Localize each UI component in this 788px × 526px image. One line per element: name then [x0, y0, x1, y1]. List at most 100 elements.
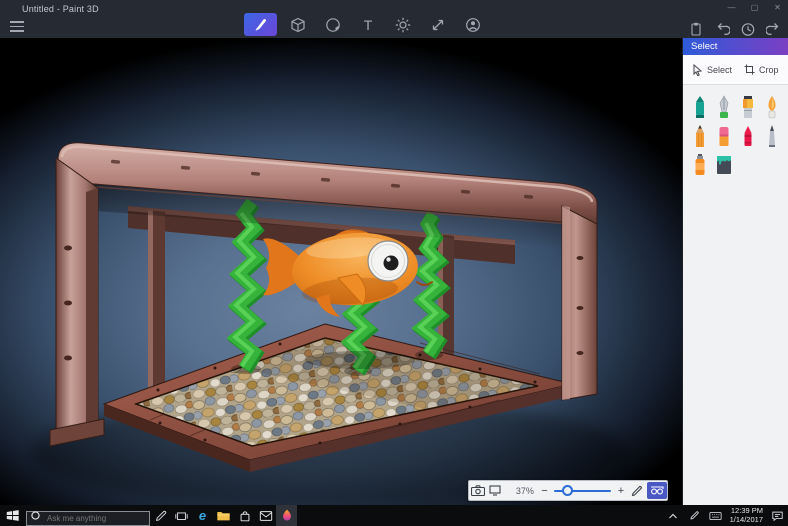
cortana-search-box[interactable] — [26, 508, 150, 526]
history-toolbar — [687, 20, 782, 37]
main-toolbar: T — [244, 13, 487, 36]
menu-button[interactable] — [10, 21, 24, 32]
brush-spray-can[interactable] — [688, 150, 712, 179]
zoom-out-button[interactable]: − — [538, 485, 552, 497]
search-input[interactable] — [26, 511, 150, 526]
mixed-reality-button[interactable] — [469, 482, 487, 499]
3d-shapes-icon — [291, 17, 305, 32]
paste-button[interactable] — [687, 20, 704, 37]
file-explorer-button[interactable] — [213, 505, 234, 526]
calligraphy-pen-icon — [719, 94, 729, 118]
mail-button[interactable] — [255, 505, 276, 526]
crayon-icon — [744, 125, 752, 146]
remix3d-icon — [466, 17, 480, 32]
fill-bucket-icon — [717, 155, 731, 174]
tray-pen-button[interactable] — [684, 505, 705, 526]
zoom-frame-icon — [489, 485, 501, 496]
history-button[interactable] — [739, 20, 756, 37]
spray-can-icon — [695, 153, 705, 175]
window-title: Untitled - Paint 3D — [22, 4, 99, 14]
brush-eraser[interactable] — [712, 121, 736, 150]
action-center-button[interactable] — [767, 505, 788, 526]
task-view-button[interactable] — [171, 505, 192, 526]
brush-icon — [255, 18, 266, 30]
3d-scene — [30, 142, 630, 505]
brush-crayon[interactable] — [736, 121, 760, 150]
zoom-bar: 37% − + — [468, 480, 668, 501]
minimize-button[interactable]: — — [725, 1, 738, 13]
canvas-tool-button[interactable] — [424, 13, 452, 36]
tray-pen-icon — [690, 511, 699, 520]
camera-icon — [470, 485, 485, 496]
edge-icon: e — [198, 508, 207, 523]
3d-canvas[interactable] — [0, 38, 682, 505]
3d-view-button[interactable] — [647, 482, 667, 499]
window-controls: — ▢ ✕ — [725, 1, 784, 13]
paint3d-taskbar-button[interactable] — [276, 505, 297, 526]
windows-logo-icon — [6, 510, 19, 521]
cortana-icon — [31, 511, 40, 520]
side-panel: Select Select Crop — [682, 38, 788, 505]
watercolor-icon — [768, 95, 776, 118]
panel-action-row: Select Crop — [683, 55, 788, 85]
cursor-icon — [693, 63, 703, 76]
3d-shapes-tool-button[interactable] — [284, 13, 312, 36]
taskbar: e 12:39 PM — [0, 505, 788, 526]
folder-icon — [217, 511, 230, 521]
pixel-pen-icon — [769, 124, 775, 147]
brush-pixel-pen[interactable] — [760, 121, 784, 150]
marker-icon — [696, 95, 704, 118]
task-view-icon — [175, 511, 188, 520]
oil-brush-icon — [743, 95, 753, 118]
stickers-tool-button[interactable] — [319, 13, 347, 36]
paste-icon — [690, 22, 701, 36]
store-button[interactable] — [234, 505, 255, 526]
brush-tool-button[interactable] — [244, 13, 277, 36]
effects-tool-button[interactable] — [389, 13, 417, 36]
brush-pencil[interactable] — [688, 121, 712, 150]
brush-calligraphy-pen[interactable] — [712, 92, 736, 121]
zoom-slider-thumb[interactable] — [562, 484, 574, 496]
keyboard-icon — [709, 511, 722, 520]
2d-edit-button[interactable] — [628, 482, 646, 499]
brush-watercolor[interactable] — [760, 92, 784, 121]
zoom-slider[interactable] — [554, 484, 612, 496]
taskbar-pen-button[interactable] — [150, 505, 171, 526]
select-button[interactable]: Select — [692, 63, 732, 76]
start-button[interactable] — [0, 505, 24, 526]
text-tool-button[interactable]: T — [354, 13, 382, 36]
system-tray: 12:39 PM 1/14/2017 — [663, 505, 788, 526]
crop-button[interactable]: Crop — [744, 64, 779, 75]
edge-button[interactable]: e — [192, 505, 213, 526]
touch-keyboard-button[interactable] — [705, 505, 726, 526]
close-button[interactable]: ✕ — [771, 1, 784, 13]
brush-oil[interactable] — [736, 92, 760, 121]
stickers-icon — [326, 17, 340, 32]
canvas-icon — [432, 19, 444, 30]
brush-grid — [683, 85, 788, 179]
undo-button[interactable] — [713, 20, 730, 37]
brush-fill-bucket[interactable] — [712, 150, 736, 179]
hidden-icons-button[interactable] — [663, 505, 684, 526]
zoom-percent: 37% — [515, 485, 534, 496]
remix3d-tool-button[interactable] — [459, 13, 487, 36]
maximize-button[interactable]: ▢ — [748, 1, 761, 13]
action-center-icon — [772, 511, 783, 521]
app-header: Untitled - Paint 3D — ▢ ✕ T — [0, 0, 788, 38]
fish-pupil — [383, 255, 399, 271]
3d-glasses-icon — [651, 486, 664, 495]
2d-pencil-icon — [631, 485, 642, 496]
zoom-in-button[interactable]: + — [614, 485, 628, 497]
zoom-to-fit-button[interactable] — [487, 482, 505, 499]
chevron-up-icon — [669, 513, 678, 518]
clock[interactable]: 12:39 PM 1/14/2017 — [730, 506, 763, 524]
effects-icon — [395, 17, 411, 32]
history-icon — [741, 22, 754, 36]
pen-icon — [155, 510, 166, 521]
store-bag-icon — [240, 510, 249, 521]
brush-marker[interactable] — [688, 92, 712, 121]
eraser-icon — [719, 126, 729, 146]
redo-button[interactable] — [765, 20, 782, 37]
paint3d-icon — [282, 509, 291, 521]
text-icon: T — [363, 16, 373, 33]
